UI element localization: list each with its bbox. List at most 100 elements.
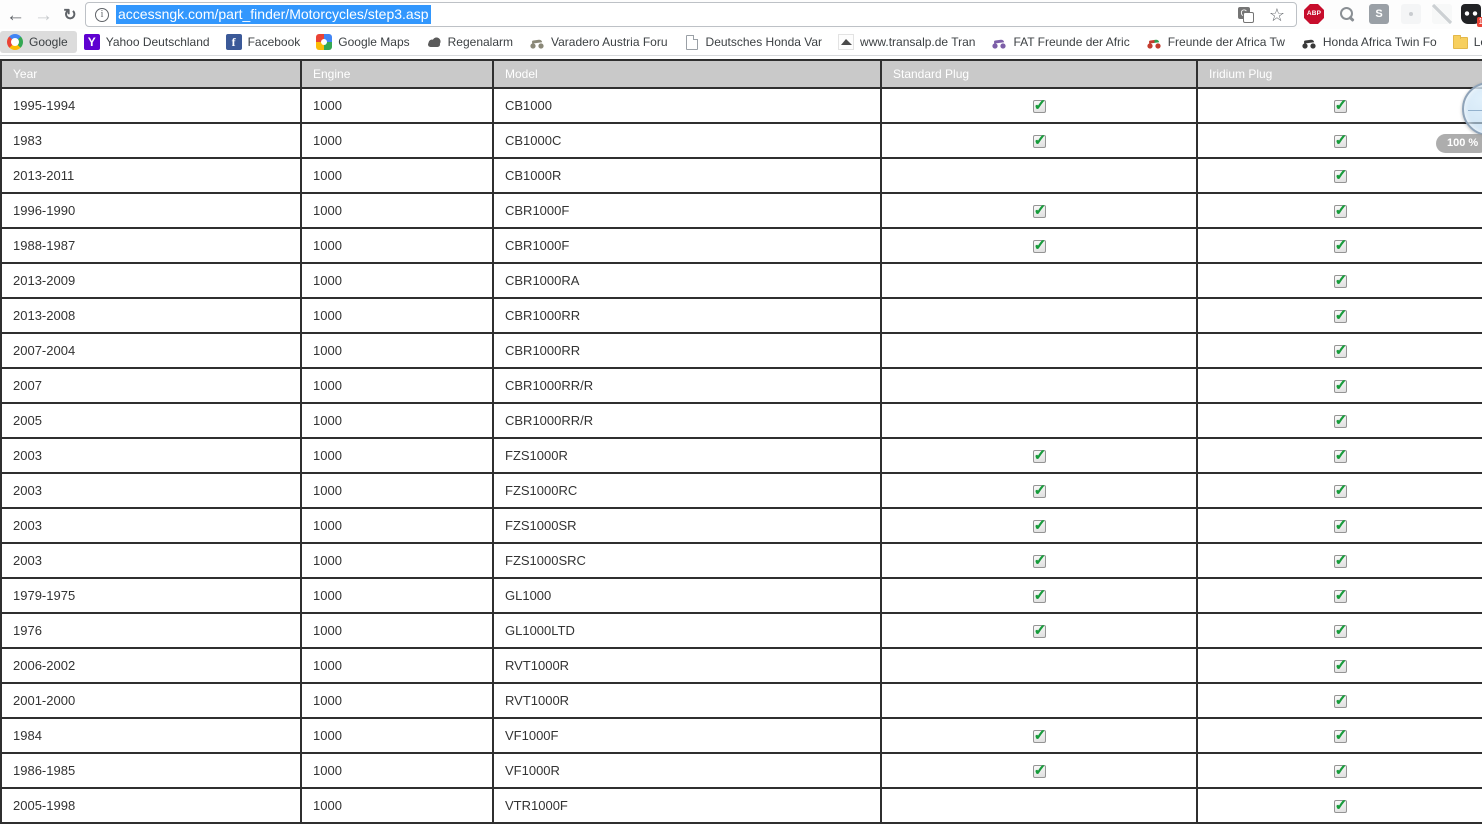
- standard-plug-checked-checkbox-icon[interactable]: [1032, 96, 1046, 114]
- engine-cell: 1000: [300, 437, 494, 474]
- iridium-plug-checked-checkbox-icon[interactable]: [1333, 341, 1347, 359]
- standard-plug-checked-checkbox-icon[interactable]: [1032, 726, 1046, 744]
- year-cell: 1995-1994: [0, 87, 302, 124]
- iridium-plug-checked-checkbox-icon[interactable]: [1333, 586, 1347, 604]
- bookmark-star-icon[interactable]: [1267, 5, 1287, 25]
- bookmark-item-varadero-austria-foru[interactable]: Varadero Austria Foru: [522, 31, 677, 53]
- bookmark-item-yahoo-deutschland[interactable]: Yahoo Deutschland: [77, 31, 219, 53]
- standard-plug-checked-checkbox-icon[interactable]: [1032, 481, 1046, 499]
- bookmark-item-lesezeiche[interactable]: Lesezeiche: [1446, 32, 1482, 52]
- standard-plug-cell: [880, 472, 1198, 509]
- bookmark-item-facebook[interactable]: Facebook: [219, 31, 310, 53]
- bookmark-item-deutsches-honda-var[interactable]: Deutsches Honda Var: [677, 32, 832, 53]
- model-cell: CBR1000RR/R: [492, 402, 882, 439]
- iridium-plug-cell: [1196, 227, 1482, 264]
- standard-plug-checked-checkbox-icon[interactable]: [1032, 201, 1046, 219]
- standard-plug-checked-checkbox-icon[interactable]: [1032, 516, 1046, 534]
- model-cell: CBR1000RR/R: [492, 367, 882, 404]
- maps-favicon-icon: [316, 34, 333, 50]
- extension-icon-faint-1[interactable]: [1401, 4, 1421, 24]
- yahoo-favicon-icon: [83, 34, 100, 50]
- facebook-favicon-icon: [225, 34, 242, 50]
- engine-cell: 1000: [300, 542, 494, 579]
- model-cell: CB1000: [492, 87, 882, 124]
- iridium-plug-checked-checkbox-icon[interactable]: [1333, 551, 1347, 569]
- engine-cell: 1000: [300, 507, 494, 544]
- mountain-favicon-icon: [838, 34, 855, 50]
- engine-cell: 1000: [300, 367, 494, 404]
- table-header-row: Year Engine Model Standard Plug Iridium …: [0, 59, 1482, 89]
- address-bar[interactable]: accessngk.com/part_finder/Motorcycles/st…: [85, 2, 1297, 27]
- iridium-plug-checked-checkbox-icon[interactable]: [1333, 516, 1347, 534]
- iridium-plug-checked-checkbox-icon[interactable]: [1333, 691, 1347, 709]
- standard-plug-cell: [880, 612, 1198, 649]
- forward-button[interactable]: [28, 1, 54, 28]
- s-extension-icon[interactable]: S: [1369, 4, 1389, 24]
- standard-plug-checked-checkbox-icon[interactable]: [1032, 586, 1046, 604]
- column-header-iridium-plug: Iridium Plug: [1196, 59, 1482, 89]
- bookmark-item-google-maps[interactable]: Google Maps: [309, 31, 418, 53]
- standard-plug-checked-checkbox-icon[interactable]: [1032, 131, 1046, 149]
- iridium-plug-checked-checkbox-icon[interactable]: [1333, 376, 1347, 394]
- standard-plug-cell: [880, 192, 1198, 229]
- model-cell: VTR1000F: [492, 787, 882, 824]
- table-row: 2005-1998 1000 VTR1000F: [0, 787, 1482, 824]
- iridium-plug-checked-checkbox-icon[interactable]: [1333, 96, 1347, 114]
- model-cell: CBR1000RR: [492, 332, 882, 369]
- iridium-plug-checked-checkbox-icon[interactable]: [1333, 761, 1347, 779]
- iridium-plug-checked-checkbox-icon[interactable]: [1333, 306, 1347, 324]
- page-info-icon[interactable]: [95, 7, 109, 22]
- iridium-plug-cell: [1196, 717, 1482, 754]
- iridium-plug-checked-checkbox-icon[interactable]: [1333, 726, 1347, 744]
- bookmark-item-honda-africa-twin-fo[interactable]: Honda Africa Twin Fo: [1294, 31, 1446, 53]
- reload-button[interactable]: [57, 1, 83, 28]
- motorcycles-table: Year Engine Model Standard Plug Iridium …: [0, 59, 1482, 824]
- search-extension-icon[interactable]: [1337, 4, 1357, 24]
- model-cell: VF1000F: [492, 717, 882, 754]
- adblock-plus-extension-icon[interactable]: ABP: [1304, 4, 1324, 24]
- engine-cell: 1000: [300, 262, 494, 299]
- standard-plug-checked-checkbox-icon[interactable]: [1032, 446, 1046, 464]
- translate-icon[interactable]: [1238, 6, 1254, 23]
- model-cell: CB1000C: [492, 122, 882, 159]
- year-cell: 2007-2004: [0, 332, 302, 369]
- iridium-plug-checked-checkbox-icon[interactable]: [1333, 446, 1347, 464]
- bookmark-label: Deutsches Honda Var: [705, 35, 823, 49]
- iridium-plug-checked-checkbox-icon[interactable]: [1333, 271, 1347, 289]
- part-finder-results: Year Engine Model Standard Plug Iridium …: [0, 59, 1482, 824]
- extension-icon-faint-2[interactable]: [1432, 4, 1452, 24]
- extension-badge-icon[interactable]: 1: [1461, 4, 1482, 27]
- year-cell: 2001-2000: [0, 682, 302, 719]
- bookmark-item-regenalarm[interactable]: Regenalarm: [419, 31, 522, 53]
- bookmark-item-www-transalp-de-tran[interactable]: www.transalp.de Tran: [831, 31, 984, 53]
- bookmark-label: Varadero Austria Foru: [551, 35, 668, 49]
- iridium-plug-checked-checkbox-icon[interactable]: [1333, 201, 1347, 219]
- iridium-plug-checked-checkbox-icon[interactable]: [1333, 411, 1347, 429]
- iridium-plug-checked-checkbox-icon[interactable]: [1333, 796, 1347, 814]
- bookmark-item-google[interactable]: Google: [0, 31, 77, 53]
- model-cell: CBR1000F: [492, 227, 882, 264]
- iridium-plug-checked-checkbox-icon[interactable]: [1333, 481, 1347, 499]
- iridium-plug-checked-checkbox-icon[interactable]: [1333, 656, 1347, 674]
- iridium-plug-checked-checkbox-icon[interactable]: [1333, 131, 1347, 149]
- iridium-plug-checked-checkbox-icon[interactable]: [1333, 166, 1347, 184]
- standard-plug-checked-checkbox-icon[interactable]: [1032, 761, 1046, 779]
- year-cell: 1996-1990: [0, 192, 302, 229]
- model-cell: FZS1000RC: [492, 472, 882, 509]
- iridium-plug-cell: [1196, 752, 1482, 789]
- url-text[interactable]: accessngk.com/part_finder/Motorcycles/st…: [116, 5, 432, 24]
- iridium-plug-checked-checkbox-icon[interactable]: [1333, 236, 1347, 254]
- standard-plug-checked-checkbox-icon[interactable]: [1032, 621, 1046, 639]
- year-cell: 2013-2011: [0, 157, 302, 194]
- bookmark-label: FAT Freunde der Afric: [1013, 35, 1130, 49]
- bookmark-item-fat-freunde-der-afric[interactable]: FAT Freunde der Afric: [984, 31, 1138, 53]
- table-row: 1996-1990 1000 CBR1000F: [0, 192, 1482, 229]
- standard-plug-checked-checkbox-icon[interactable]: [1032, 236, 1046, 254]
- year-cell: 1983: [0, 122, 302, 159]
- iridium-plug-checked-checkbox-icon[interactable]: [1333, 621, 1347, 639]
- back-button[interactable]: [0, 1, 26, 28]
- moto-color-favicon-icon: [1145, 34, 1162, 50]
- standard-plug-checked-checkbox-icon[interactable]: [1032, 551, 1046, 569]
- bookmark-item-freunde-der-africa-tw[interactable]: Freunde der Africa Tw: [1139, 31, 1294, 53]
- page-favicon-icon: [685, 34, 698, 50]
